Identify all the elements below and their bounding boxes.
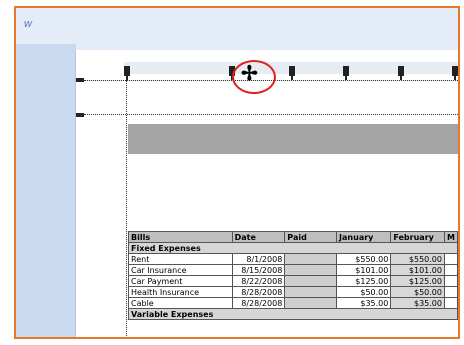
bills-table: Bills Date Paid January February M Fixed… <box>128 231 458 320</box>
table-row: Car Insurance 8/15/2008 $101.00 $101.00 <box>128 264 458 276</box>
table-row: Health Insurance 8/28/2008 $50.00 $50.00 <box>128 286 458 298</box>
date-cell[interactable]: 8/28/2008 <box>231 297 286 309</box>
move-cursor-highlight: ✢ <box>232 60 276 94</box>
view-label: w <box>24 18 32 30</box>
column-header: Date <box>231 231 286 243</box>
margin-guide-header <box>84 114 458 115</box>
section-title: Fixed Expenses <box>128 242 458 254</box>
bill-cell[interactable]: Car Insurance <box>128 264 233 276</box>
table-header-row: Bills Date Paid January February M <box>128 231 458 243</box>
february-cell[interactable]: $50.00 <box>390 286 445 298</box>
paid-cell[interactable] <box>284 264 338 276</box>
column-header: M <box>443 231 458 243</box>
ruler-column-marker[interactable] <box>343 66 349 80</box>
bill-cell[interactable]: Cable <box>128 297 233 309</box>
table-row: Car Payment 8/22/2008 $125.00 $125.00 <box>128 275 458 287</box>
extra-cell[interactable] <box>443 264 458 276</box>
extra-cell[interactable] <box>443 286 458 298</box>
february-cell[interactable]: $35.00 <box>390 297 445 309</box>
bill-cell[interactable]: Rent <box>128 253 233 265</box>
column-header: January <box>336 231 392 243</box>
february-cell[interactable]: $550.00 <box>390 253 445 265</box>
date-cell[interactable]: 8/28/2008 <box>231 286 286 298</box>
row-header-strip <box>16 44 76 337</box>
date-cell[interactable]: 8/1/2008 <box>231 253 286 265</box>
faded-title-area <box>132 176 432 208</box>
january-cell[interactable]: $50.00 <box>336 286 392 298</box>
extra-cell[interactable] <box>443 297 458 309</box>
screenshot-frame: w ✢ Bills Date Paid January February M F… <box>14 6 460 339</box>
table-row: Rent 8/1/2008 $550.00 $550.00 <box>128 253 458 265</box>
section-row: Fixed Expenses <box>128 242 458 254</box>
vertical-ruler-marker[interactable] <box>76 113 84 117</box>
bill-cell[interactable]: Car Payment <box>128 275 233 287</box>
extra-cell[interactable] <box>443 275 458 287</box>
paid-cell[interactable] <box>284 275 338 287</box>
january-cell[interactable]: $550.00 <box>336 253 392 265</box>
ruler-column-marker[interactable] <box>124 66 130 80</box>
january-cell[interactable]: $101.00 <box>336 264 392 276</box>
vertical-ruler-marker[interactable] <box>76 78 84 82</box>
february-cell[interactable]: $125.00 <box>390 275 445 287</box>
ruler-column-marker[interactable] <box>398 66 404 80</box>
margin-guide-left <box>126 80 127 337</box>
date-cell[interactable]: 8/22/2008 <box>231 275 286 287</box>
title-band <box>128 124 458 154</box>
move-cursor-icon: ✢ <box>241 63 258 85</box>
table-row: Cable 8/28/2008 $35.00 $35.00 <box>128 297 458 309</box>
january-cell[interactable]: $35.00 <box>336 297 392 309</box>
january-cell[interactable]: $125.00 <box>336 275 392 287</box>
ruler-column-marker[interactable] <box>452 66 458 80</box>
bill-cell[interactable]: Health Insurance <box>128 286 233 298</box>
section-row: Variable Expenses <box>128 308 458 320</box>
extra-cell[interactable] <box>443 253 458 265</box>
column-header: February <box>390 231 445 243</box>
ruler-column-marker[interactable] <box>289 66 295 80</box>
column-header: Bills <box>128 231 233 243</box>
paid-cell[interactable] <box>284 286 338 298</box>
section-title: Variable Expenses <box>128 308 458 320</box>
date-cell[interactable]: 8/15/2008 <box>231 264 286 276</box>
february-cell[interactable]: $101.00 <box>390 264 445 276</box>
paid-cell[interactable] <box>284 253 338 265</box>
column-header: Paid <box>284 231 338 243</box>
paid-cell[interactable] <box>284 297 338 309</box>
